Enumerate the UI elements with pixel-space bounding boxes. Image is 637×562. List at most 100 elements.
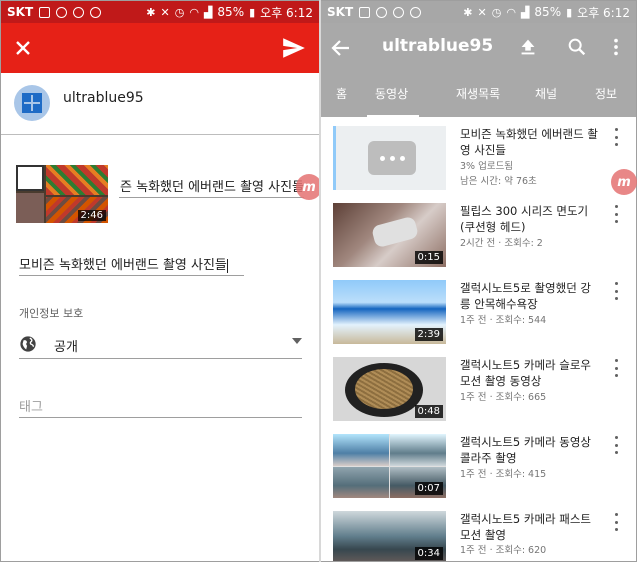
video-thumbnail: 0:07 xyxy=(333,434,446,498)
collage-tile xyxy=(333,434,389,466)
video-title: 갤럭시노트5 카메라 동영상 콜라주 촬영 xyxy=(460,435,592,465)
more-vert-icon[interactable] xyxy=(611,359,621,377)
list-item[interactable]: 모비즌 녹화했던 에버랜드 촬영 사진들 3% 업로드됨 남은 시간: 약 76… xyxy=(321,126,636,202)
close-button[interactable] xyxy=(9,34,37,62)
bluetooth-icon: ✱ xyxy=(463,5,473,19)
upload-progress-thumbnail xyxy=(333,126,446,190)
video-thumbnail: 2:39 xyxy=(333,280,446,344)
list-item[interactable]: 2:39 갤럭시노트5로 촬영했던 강릉 안목해수욕장 1주 전 · 조회수: … xyxy=(321,280,636,356)
badge-label: m xyxy=(617,174,631,190)
send-upload-button[interactable] xyxy=(281,35,307,61)
video-thumbnail: 0:48 xyxy=(333,357,446,421)
list-item[interactable]: 0:34 갤럭시노트5 카메라 패스트 모션 촬영 1주 전 · 조회수: 62… xyxy=(321,511,636,561)
upload-icon[interactable] xyxy=(517,36,539,58)
avatar-icon xyxy=(22,93,42,113)
more-vert-icon[interactable] xyxy=(611,128,621,146)
tab-videos[interactable]: 동영상 xyxy=(375,85,408,102)
alarm-icon: ◷ xyxy=(491,5,502,19)
more-vert-icon[interactable] xyxy=(611,205,621,223)
search-icon[interactable] xyxy=(566,36,588,58)
video-title: 갤럭시노트5로 촬영했던 강릉 안목해수욕장 xyxy=(460,281,592,311)
collage-tile xyxy=(333,467,389,498)
video-duration: 0:48 xyxy=(414,405,443,418)
thumbnail-noodles xyxy=(355,369,413,409)
gallery-notification-icon xyxy=(39,6,51,18)
clock: 오후 6:12 xyxy=(577,5,630,20)
app-notification-icon xyxy=(393,6,405,18)
video-thumbnail: 0:34 xyxy=(333,511,446,561)
channel-header: ultrablue95 xyxy=(321,23,636,73)
video-meta: 1주 전 · 조회수: 415 xyxy=(460,469,547,480)
app-notification-icon xyxy=(73,6,85,18)
badge-label: m xyxy=(302,179,316,195)
bluetooth-icon: ✱ xyxy=(146,5,156,19)
notification-icons xyxy=(39,6,102,18)
video-title: 갤럭시노트5 카메라 패스트 모션 촬영 xyxy=(460,512,592,542)
status-right: ✱ ✕ ◷ ◠ ▟ 85% ▮ 오후 6:12 xyxy=(463,4,630,21)
channel-screen: SKT ✱ ✕ ◷ ◠ ▟ 85% ▮ 오후 6:12 ultrablue95 xyxy=(321,1,636,561)
video-meta: 2시간 전 · 조회수: 2 xyxy=(460,238,543,249)
privacy-select[interactable]: 공개 xyxy=(19,329,302,359)
video-duration: 0:15 xyxy=(414,251,443,264)
video-thumbnail: 0:15 xyxy=(333,203,446,267)
video-thumbnail[interactable]: 2:46 xyxy=(16,165,108,223)
battery-icon: ▮ xyxy=(249,5,256,19)
more-vert-icon[interactable] xyxy=(611,436,621,454)
video-duration: 2:39 xyxy=(414,328,443,341)
mute-icon: ✕ xyxy=(477,5,487,19)
avatar xyxy=(14,85,50,121)
status-bar: SKT ✱ ✕ ◷ ◠ ▟ 85% ▮ 오후 6:12 xyxy=(1,1,319,23)
tab-about[interactable]: 정보 xyxy=(595,85,617,102)
clock: 오후 6:12 xyxy=(260,5,313,20)
account-row[interactable]: ultrablue95 xyxy=(1,73,319,135)
tab-playlists[interactable]: 재생목록 xyxy=(456,85,500,102)
wifi-icon: ◠ xyxy=(506,5,516,19)
privacy-value: 공개 xyxy=(54,340,78,355)
app-notification-icon xyxy=(376,6,388,18)
video-meta: 1주 전 · 조회수: 620 xyxy=(460,545,547,556)
title-input[interactable]: 모비즌 녹화했던 에버랜드 촬영 사진들 xyxy=(19,254,244,276)
mute-icon: ✕ xyxy=(160,5,170,19)
send-icon xyxy=(283,38,305,58)
signal-icon: ▟ xyxy=(203,5,213,19)
video-meta: 1주 전 · 조회수: 665 xyxy=(460,392,547,403)
back-arrow-icon[interactable] xyxy=(329,36,353,60)
more-vert-icon[interactable] xyxy=(605,36,627,58)
battery-icon: ▮ xyxy=(566,5,573,19)
video-duration: 0:34 xyxy=(414,547,443,560)
list-item[interactable]: 0:15 필립스 300 시리즈 면도기 (쿠션형 헤드) 2시간 전 · 조회… xyxy=(321,203,636,279)
upload-time-remaining: 남은 시간: 약 76초 xyxy=(460,176,537,187)
tag-input[interactable]: 태그 xyxy=(19,396,302,418)
active-tab-indicator xyxy=(367,115,419,117)
thumbnail-duration: 2:46 xyxy=(77,210,106,221)
thumbnail-title-field[interactable]: 모비즌 녹화했던 에버랜드 촬영 사진들 xyxy=(119,176,304,198)
thumbnail-tile xyxy=(16,165,44,191)
thumbnail-title-text: 모비즌 녹화했던 에버랜드 촬영 사진들 xyxy=(119,180,304,195)
list-item[interactable]: 0:07 갤럭시노트5 카메라 동영상 콜라주 촬영 1주 전 · 조회수: 4… xyxy=(321,434,636,510)
alarm-icon: ◷ xyxy=(174,5,185,19)
collage-tile xyxy=(390,434,446,466)
channel-tabs: 홈 동영상 재생목록 채널 정보 xyxy=(321,73,636,117)
floating-recorder-badge[interactable]: m xyxy=(611,169,637,195)
app-notification-icon xyxy=(90,6,102,18)
tab-channels[interactable]: 채널 xyxy=(535,85,557,102)
battery-percent: 85% xyxy=(217,5,245,19)
thumbnail-tile xyxy=(46,165,108,195)
tab-home[interactable]: 홈 xyxy=(336,85,347,102)
carrier-label: SKT xyxy=(7,5,34,19)
list-item[interactable]: 0:48 갤럭시노트5 카메라 슬로우 모션 촬영 동영상 1주 전 · 조회수… xyxy=(321,357,636,433)
upload-screen: SKT ✱ ✕ ◷ ◠ ▟ 85% ▮ 오후 6:12 ultrablue95 … xyxy=(1,1,319,561)
privacy-label: 개인정보 보호 xyxy=(19,307,84,320)
more-vert-icon[interactable] xyxy=(611,282,621,300)
close-icon xyxy=(16,41,30,55)
channel-title: ultrablue95 xyxy=(382,36,494,56)
notification-icons xyxy=(359,6,422,18)
video-title: 필립스 300 시리즈 면도기 (쿠션형 헤드) xyxy=(460,204,589,234)
account-name: ultrablue95 xyxy=(63,90,144,106)
status-bar: SKT ✱ ✕ ◷ ◠ ▟ 85% ▮ 오후 6:12 xyxy=(321,1,636,23)
gallery-notification-icon xyxy=(359,6,371,18)
more-vert-icon[interactable] xyxy=(611,513,621,531)
status-right: ✱ ✕ ◷ ◠ ▟ 85% ▮ 오후 6:12 xyxy=(146,4,313,21)
carrier-label: SKT xyxy=(327,5,354,19)
globe-icon xyxy=(20,336,36,352)
